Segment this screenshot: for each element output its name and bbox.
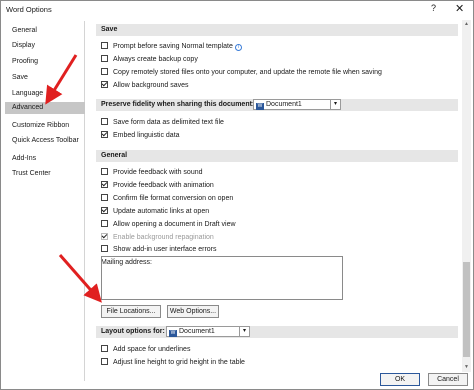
- checkbox[interactable]: [101, 168, 108, 175]
- cancel-button[interactable]: Cancel: [428, 373, 468, 386]
- sidebar-item-general[interactable]: General: [5, 25, 85, 37]
- close-icon[interactable]: ✕: [455, 2, 464, 15]
- option-copy-remote-files[interactable]: Copy remotely stored files onto your com…: [101, 68, 382, 78]
- scrollbar-thumb[interactable]: [463, 262, 470, 357]
- option-confirm-conversion[interactable]: Confirm file format conversion on open: [101, 194, 233, 204]
- help-icon[interactable]: ?: [431, 3, 436, 13]
- sidebar-item-language[interactable]: Language: [5, 88, 85, 100]
- sidebar-item-customize-ribbon[interactable]: Customize Ribbon: [5, 120, 85, 132]
- option-embed-linguistic[interactable]: Embed linguistic data: [101, 131, 180, 141]
- chevron-down-icon: ▾: [239, 327, 249, 336]
- word-document-icon: W: [169, 330, 177, 337]
- checkbox-checked[interactable]: [101, 207, 108, 214]
- checkbox[interactable]: [101, 220, 108, 227]
- word-document-icon: W: [256, 103, 264, 110]
- sidebar-item-trust-center[interactable]: Trust Center: [5, 168, 85, 180]
- ok-button[interactable]: OK: [380, 373, 420, 386]
- section-header-save: Save: [96, 24, 458, 36]
- checkbox-checked-disabled: [101, 233, 108, 240]
- file-locations-button[interactable]: File Locations...: [101, 305, 161, 318]
- checkbox[interactable]: [101, 345, 108, 352]
- sidebar-item-quick-access-toolbar[interactable]: Quick Access Toolbar: [5, 135, 85, 147]
- option-feedback-sound[interactable]: Provide feedback with sound: [101, 168, 203, 178]
- option-background-saves[interactable]: Allow background saves: [101, 81, 189, 91]
- title-bar: Word Options ? ✕: [1, 1, 473, 19]
- checkbox-checked[interactable]: [101, 181, 108, 188]
- option-line-height-grid[interactable]: Adjust line height to grid height in the…: [101, 358, 245, 368]
- sidebar-item-add-ins[interactable]: Add-Ins: [5, 153, 85, 165]
- option-addin-errors[interactable]: Show add-in user interface errors: [101, 245, 217, 255]
- sidebar-item-save[interactable]: Save: [5, 72, 85, 84]
- checkbox[interactable]: [101, 358, 108, 365]
- checkbox[interactable]: [101, 118, 108, 125]
- mailing-address-field[interactable]: [101, 256, 343, 300]
- option-space-underlines[interactable]: Add space for underlines: [101, 345, 190, 355]
- content-scrollbar[interactable]: ▲ ▼: [462, 20, 471, 372]
- checkbox[interactable]: [101, 68, 108, 75]
- option-always-backup[interactable]: Always create backup copy: [101, 55, 198, 65]
- web-options-button[interactable]: Web Options...: [167, 305, 219, 318]
- checkbox[interactable]: [101, 245, 108, 252]
- option-save-form-data[interactable]: Save form data as delimited text file: [101, 118, 224, 128]
- chevron-down-icon: ▾: [330, 100, 340, 109]
- option-update-links[interactable]: Update automatic links at open: [101, 207, 209, 217]
- section-header-layout: Layout options for:: [96, 326, 458, 338]
- scroll-down-icon[interactable]: ▼: [462, 363, 471, 372]
- options-sidebar: General Display Proofing Save Language A…: [5, 21, 85, 381]
- info-icon: i: [234, 44, 242, 51]
- sidebar-item-advanced[interactable]: Advanced: [5, 102, 85, 114]
- option-background-repagination: Enable background repagination: [101, 233, 214, 243]
- fidelity-document-select[interactable]: W Document1 ▾: [253, 99, 341, 110]
- checkbox[interactable]: [101, 194, 108, 201]
- sidebar-item-display[interactable]: Display: [5, 40, 85, 52]
- checkbox-checked[interactable]: [101, 81, 108, 88]
- scroll-up-icon[interactable]: ▲: [462, 20, 471, 29]
- checkbox[interactable]: [101, 42, 108, 49]
- option-feedback-animation[interactable]: Provide feedback with animation: [101, 181, 214, 191]
- option-draft-view[interactable]: Allow opening a document in Draft view: [101, 220, 236, 230]
- layout-document-select[interactable]: W Document1 ▾: [166, 326, 250, 337]
- checkbox-checked[interactable]: [101, 131, 108, 138]
- option-prompt-normal-template[interactable]: Prompt before saving Normal template i: [101, 42, 242, 52]
- checkbox[interactable]: [101, 55, 108, 62]
- sidebar-item-proofing[interactable]: Proofing: [5, 56, 85, 68]
- dialog-title: Word Options: [6, 5, 52, 14]
- section-header-general: General: [96, 150, 458, 162]
